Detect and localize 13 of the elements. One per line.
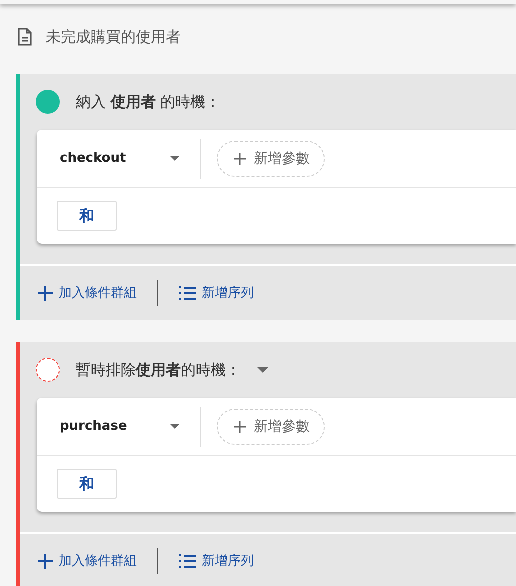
add-group-link[interactable]: 加入條件群組	[38, 552, 137, 570]
and-button[interactable]: 和	[57, 201, 117, 231]
add-sequence-link[interactable]: 新增序列	[178, 552, 254, 570]
add-sequence-link[interactable]: 新增序列	[178, 284, 254, 302]
segment-title: 未完成購買的使用者	[46, 28, 181, 46]
condition-heading: 納入 使用者 的時機：	[76, 92, 221, 112]
add-parameter-button[interactable]: 新增參數	[217, 140, 325, 176]
condition-heading: 暫時排除使用者的時機：	[76, 360, 241, 380]
and-button[interactable]: 和	[57, 469, 117, 499]
add-group-link[interactable]: 加入條件群組	[38, 284, 137, 302]
event-dropdown[interactable]: purchase	[37, 406, 200, 446]
add-parameter-button[interactable]: 新增參數	[217, 408, 325, 444]
event-dropdown[interactable]: checkout	[37, 138, 200, 178]
